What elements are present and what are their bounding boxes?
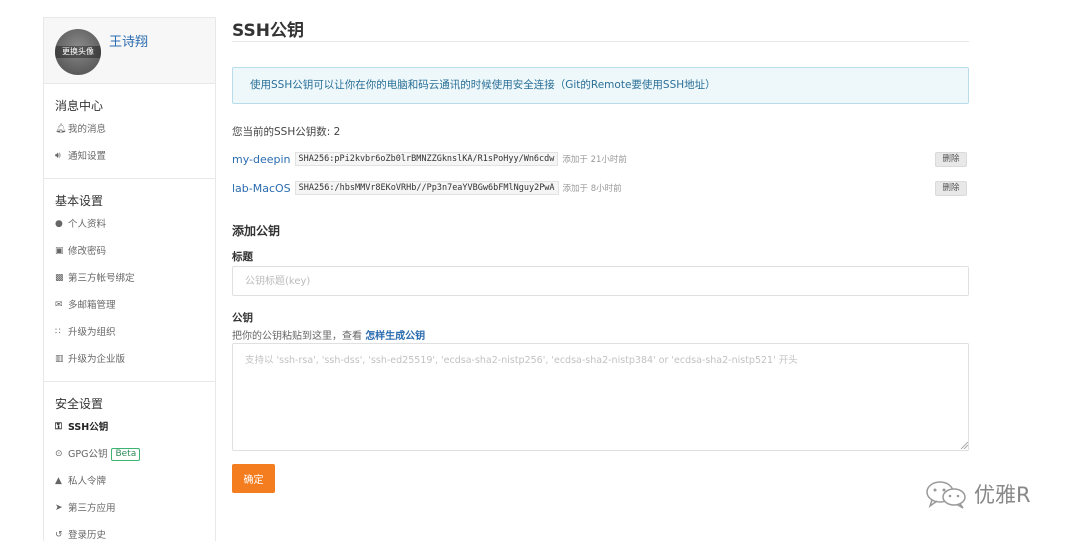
sidebar-item-password[interactable]: ▣ 修改密码: [44, 238, 215, 265]
section-title: 安全设置: [55, 397, 104, 411]
username[interactable]: 王诗翔: [109, 31, 148, 50]
user-icon: ●: [55, 219, 63, 229]
key-added-time: 添加于 21小时前: [562, 155, 627, 165]
hint-text: 把你的公钥粘贴到这里，查看: [232, 331, 366, 342]
delete-key-button[interactable]: 删除: [935, 152, 967, 167]
change-avatar-label[interactable]: 更换头像: [55, 46, 101, 58]
key-fingerprint: SHA256:pPi2kvbr6oZb0lrBMNZZGknslKA/R1sPo…: [294, 152, 559, 166]
sidebar-item-label: 通知设置: [68, 151, 107, 162]
sidebar-item-label: 私人令牌: [68, 476, 107, 487]
beta-badge: Beta: [111, 448, 141, 461]
sidebar-item-ssh-keys[interactable]: ⚿ SSH公钥: [44, 414, 215, 441]
section-title: 基本设置: [55, 194, 104, 208]
ssh-key-row: my-deepin SHA256:pPi2kvbr6oZb0lrBMNZZGkn…: [232, 150, 969, 168]
watermark: 优雅R: [924, 479, 1031, 509]
key-hint: 把你的公钥粘贴到这里，查看 怎样生成公钥: [232, 327, 425, 342]
submit-button[interactable]: 确定: [232, 464, 275, 493]
wechat-icon: [926, 481, 966, 509]
section-basic: 基本设置 ● 个人资料 ▣ 修改密码 ▩ 第三方帐号绑定 ✉ 多邮箱管理 ∷ 升…: [44, 179, 215, 382]
link-icon: ▩: [55, 273, 64, 283]
key-name[interactable]: my-deepin: [232, 153, 291, 166]
sidebar-item-third-party-apps[interactable]: ➤ 第三方应用: [44, 495, 215, 522]
group-icon: ∷: [55, 327, 61, 337]
fingerprint-icon: ⊙: [55, 449, 63, 459]
page-title: SSH公钥: [232, 21, 304, 41]
sidebar-item-label: 多邮箱管理: [68, 300, 116, 311]
sidebar-item-upgrade-org[interactable]: ∷ 升级为组织: [44, 319, 215, 346]
ssh-key-row: lab-MacOS SHA256:/hbsMMVr8EKoVRHb//Pp3n7…: [232, 179, 969, 197]
delete-key-button[interactable]: 删除: [935, 181, 967, 196]
add-key-heading: 添加公钥: [232, 224, 281, 238]
building-icon: ▥: [55, 354, 64, 364]
sidebar-item-gpg-keys[interactable]: ⊙ GPG公钥 Beta: [44, 441, 215, 468]
key-count: 您当前的SSH公钥数: 2: [232, 126, 341, 138]
key-icon: ⚿: [55, 422, 62, 432]
key-title-input[interactable]: [232, 266, 969, 296]
sidebar-item-label: 升级为企业版: [68, 354, 126, 365]
profile-card: 更换头像 王诗翔: [44, 18, 215, 84]
sidebar-item-label: GPG公钥: [68, 449, 108, 460]
sidebar-item-tokens[interactable]: ▲ 私人令牌: [44, 468, 215, 495]
watermark-text: 优雅R: [974, 483, 1031, 507]
title-label: 标题: [232, 251, 253, 263]
resize-grip-icon[interactable]: [960, 441, 968, 449]
info-banner: 使用SSH公钥可以让你在你的电脑和码云通讯的时候使用安全连接（Git的Remot…: [232, 67, 969, 104]
sidebar-item-label: 我的消息: [68, 124, 107, 135]
sidebar-item-label: SSH公钥: [68, 422, 109, 433]
token-icon: ▲: [55, 476, 62, 486]
sidebar-item-label: 第三方帐号绑定: [68, 273, 135, 284]
sidebar-item-label: 个人资料: [68, 219, 107, 230]
avatar[interactable]: 更换头像: [55, 29, 101, 75]
sidebar-item-notification-settings[interactable]: 🔊︎ 通知设置: [44, 143, 215, 170]
sidebar-item-profile[interactable]: ● 个人资料: [44, 211, 215, 238]
envelope-icon: ✉: [55, 300, 63, 310]
key-added-time: 添加于 8小时前: [562, 184, 622, 194]
speaker-icon: 🔊︎: [55, 151, 61, 161]
sidebar-item-login-history[interactable]: ↺ 登录历史: [44, 522, 215, 541]
sidebar-item-upgrade-enterprise[interactable]: ▥ 升级为企业版: [44, 346, 215, 373]
sidebar-item-emails[interactable]: ✉ 多邮箱管理: [44, 292, 215, 319]
section-title: 消息中心: [55, 99, 104, 113]
bell-icon: 🔔︎: [55, 124, 67, 134]
key-fingerprint: SHA256:/hbsMMVr8EKoVRHb//Pp3n7eaYVBGw6bF…: [294, 181, 559, 195]
rocket-icon: ➤: [55, 503, 63, 513]
lock-icon: ▣: [55, 246, 64, 256]
divider: [232, 41, 969, 42]
sidebar-item-third-party-binding[interactable]: ▩ 第三方帐号绑定: [44, 265, 215, 292]
sidebar-item-my-messages[interactable]: 🔔︎ 我的消息: [44, 116, 215, 143]
key-label: 公钥: [232, 312, 253, 324]
how-to-generate-link[interactable]: 怎样生成公钥: [365, 331, 425, 342]
history-icon: ↺: [55, 530, 63, 540]
section-security: 安全设置 ⚿ SSH公钥 ⊙ GPG公钥 Beta ▲ 私人令牌 ➤ 第三方应用…: [44, 382, 215, 541]
sidebar-item-label: 升级为组织: [68, 327, 116, 338]
public-key-textarea[interactable]: [232, 343, 969, 451]
section-messages: 消息中心 🔔︎ 我的消息 🔊︎ 通知设置: [44, 84, 215, 179]
key-name[interactable]: lab-MacOS: [232, 182, 291, 195]
settings-sidebar: 更换头像 王诗翔 消息中心 🔔︎ 我的消息 🔊︎ 通知设置 基本设置 ● 个人资…: [43, 17, 216, 541]
sidebar-item-label: 第三方应用: [68, 503, 116, 514]
sidebar-item-label: 登录历史: [68, 530, 107, 541]
sidebar-item-label: 修改密码: [68, 246, 107, 257]
